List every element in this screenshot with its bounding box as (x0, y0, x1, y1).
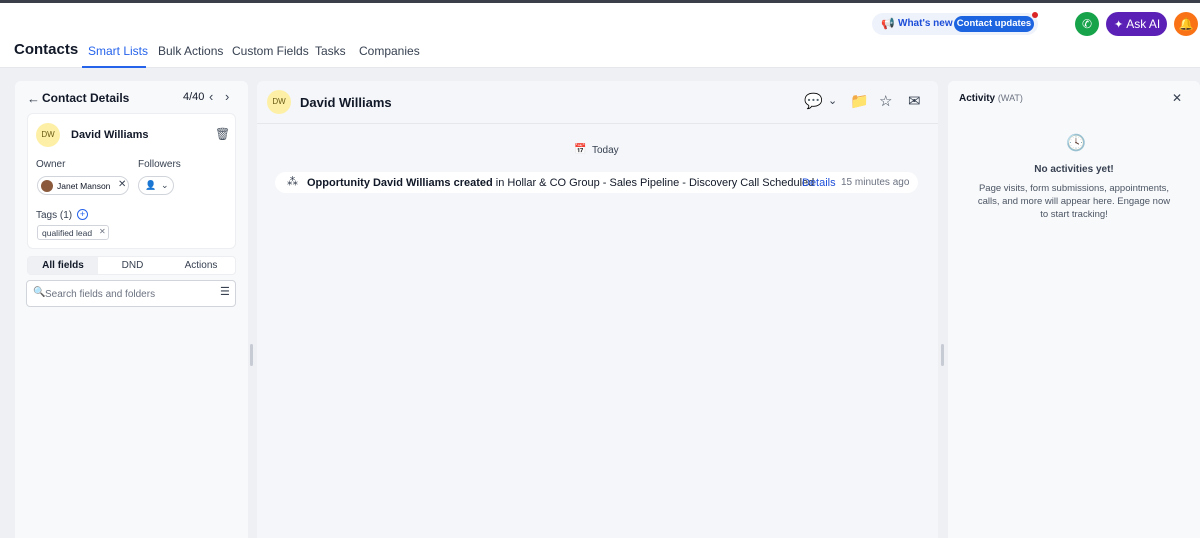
event-title: Opportunity David Williams created (307, 177, 493, 189)
field-search: 🔍 ☰ (26, 280, 236, 307)
ask-ai-button[interactable]: ✦ Ask AI (1106, 12, 1167, 36)
owner-name: Janet Manson (57, 181, 111, 191)
tab-custom-fields[interactable]: Custom Fields (232, 44, 309, 58)
day-label: Today (592, 145, 619, 156)
phone-button[interactable]: ✆ (1075, 12, 1099, 36)
contact-position: 4/40 (183, 91, 205, 103)
tab-companies[interactable]: Companies (359, 44, 420, 58)
filter-icon[interactable]: ☰ (220, 285, 230, 298)
notification-dot (1032, 12, 1038, 18)
conversation-icon[interactable]: 💬 (804, 92, 823, 110)
clock-icon: 🕓 (1066, 135, 1086, 152)
chevron-left-icon[interactable]: ‹ (209, 89, 213, 104)
activity-timezone: (WAT) (997, 93, 1023, 103)
activity-title-text: Activity (959, 93, 996, 104)
owner-chip[interactable]: Janet Manson ✕ (37, 176, 129, 195)
empty-state-title: No activities yet! (1034, 164, 1114, 175)
search-icon: 🔍 (33, 287, 46, 298)
tab-actions[interactable]: Actions (167, 257, 235, 274)
chevron-down-icon: ⌄ (161, 180, 169, 190)
details-link[interactable]: Details (802, 177, 836, 189)
followers-dropdown[interactable]: 👤 ⌄ (138, 176, 174, 195)
resize-handle-left[interactable] (250, 344, 253, 366)
chevron-down-icon[interactable]: ⌄ (828, 94, 837, 107)
owner-label: Owner (36, 159, 66, 170)
chevron-right-icon[interactable]: › (225, 89, 229, 104)
tags-label: Tags (1) (36, 210, 73, 221)
contact-name: David Williams (300, 95, 392, 110)
remove-owner-icon[interactable]: ✕ (118, 179, 126, 190)
resize-handle-right[interactable] (941, 344, 944, 366)
contact-details-panel: ← Contact Details 4/40 ‹ › DW David Will… (15, 81, 248, 538)
bell-icon: 🔔 (1178, 17, 1194, 31)
tab-smart-lists[interactable]: Smart Lists (88, 44, 148, 58)
contact-card: DW David Williams 🗑 Owner Followers Jane… (27, 113, 236, 249)
add-tag-icon[interactable]: + (77, 209, 88, 220)
owner-avatar (41, 180, 53, 192)
activity-panel: Activity (WAT) ✕ 🕓 No activities yet! Pa… (948, 81, 1200, 538)
active-tab-indicator (82, 66, 146, 68)
contact-details-title: Contact Details (42, 91, 130, 105)
avatar: DW (36, 123, 60, 147)
timeline-event: ⁂ Opportunity David Williams created in … (275, 172, 918, 193)
empty-state-description: Page visits, form submissions, appointme… (977, 183, 1171, 220)
tag-chip: qualified lead ✕ (37, 225, 109, 240)
tab-bulk-actions[interactable]: Bulk Actions (158, 44, 223, 58)
megaphone-icon: 📢 (881, 18, 895, 30)
star-icon[interactable]: ☆ (879, 92, 892, 110)
tab-tasks[interactable]: Tasks (315, 44, 346, 58)
timeline-header: DW David Williams 💬 ⌄ 📁 ☆ ✉ (257, 81, 938, 124)
trash-icon[interactable]: 🗑 (215, 127, 230, 141)
calendar-icon: 📅 (574, 144, 587, 155)
tab-dnd[interactable]: DND (98, 257, 167, 274)
tab-all-fields[interactable]: All fields (28, 257, 98, 274)
phone-icon: ✆ (1081, 17, 1093, 31)
notifications-button[interactable]: 🔔 (1174, 12, 1198, 36)
page-title: Contacts (14, 41, 79, 58)
contact-name: David Williams (71, 129, 149, 141)
add-folder-icon[interactable]: 📁 (850, 92, 869, 110)
search-input[interactable] (45, 286, 215, 302)
activity-title: Activity (WAT) (959, 93, 1023, 104)
close-icon[interactable]: ✕ (1172, 91, 1182, 105)
user-icon: 👤 (145, 180, 157, 190)
field-tabs: All fields DND Actions (27, 256, 236, 275)
ask-ai-label: Ask AI (1126, 17, 1161, 31)
event-body: in Hollar & CO Group - Sales Pipeline - … (492, 177, 815, 189)
contact-updates-button[interactable]: Contact updates (954, 16, 1034, 32)
top-bar: Contacts Smart Lists Bulk Actions Custom… (0, 0, 1200, 68)
timeline-panel: DW David Williams 💬 ⌄ 📁 ☆ ✉ 📅 Today ⁂ Op… (257, 81, 938, 538)
tag-label: qualified lead (42, 228, 93, 238)
whats-new-label: What's new (898, 18, 953, 29)
whats-new-pill[interactable]: 📢 What's new Contact updates (872, 12, 1038, 35)
event-time: 15 minutes ago (841, 177, 910, 188)
back-arrow-icon[interactable]: ← (27, 91, 40, 106)
followers-label: Followers (138, 159, 181, 170)
mail-icon[interactable]: ✉ (908, 92, 921, 110)
remove-tag-icon[interactable]: ✕ (99, 227, 106, 236)
avatar: DW (267, 90, 291, 114)
opportunity-icon: ⁂ (287, 176, 298, 188)
event-text: Opportunity David Williams created in Ho… (307, 177, 814, 189)
sparkle-icon: ✦ (1114, 19, 1124, 31)
